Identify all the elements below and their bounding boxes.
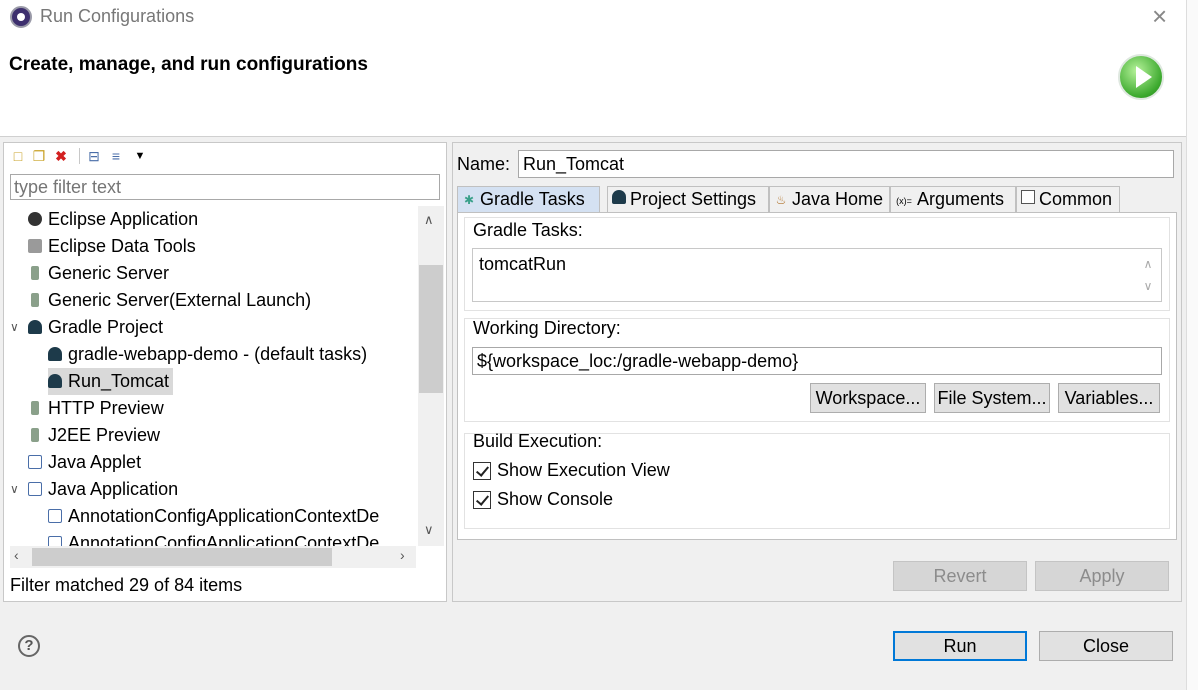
tab-arguments[interactable]: (x)= Arguments <box>890 186 1016 212</box>
tab-java-home[interactable]: ♨ Java Home <box>769 186 890 212</box>
duplicate-icon[interactable]: ❐ <box>31 148 47 164</box>
title-bar: Run Configurations × <box>0 0 1198 34</box>
gradle-icon <box>48 374 62 388</box>
delete-icon[interactable]: ✖ <box>53 148 69 164</box>
apply-button[interactable]: Apply <box>1035 561 1169 591</box>
scroll-up-icon[interactable]: ∧ <box>424 212 434 228</box>
tree-item-generic-server-external[interactable]: Generic Server(External Launch) <box>28 287 311 314</box>
database-icon <box>28 239 42 253</box>
scroll-left-icon[interactable]: ‹ <box>14 547 19 563</box>
gradle-tasks-icon: ✱ <box>463 193 475 207</box>
java-app-icon <box>28 482 42 496</box>
tree-vertical-scrollbar[interactable]: ∧ ∨ <box>418 206 444 546</box>
filter-status: Filter matched 29 of 84 items <box>10 575 243 595</box>
tree-item-run-tomcat[interactable]: Run_Tomcat <box>48 368 174 395</box>
configuration-editor-panel: Name: Run_Tomcat ✱ Gradle Tasks Project S… <box>452 142 1182 602</box>
name-field[interactable]: Run_Tomcat <box>518 150 1174 178</box>
scroll-thumb[interactable] <box>419 265 443 393</box>
eclipse-icon <box>10 6 32 28</box>
working-directory-label: Working Directory: <box>473 318 621 338</box>
show-console-checkbox[interactable] <box>473 491 491 509</box>
configuration-tree: Eclipse Application Eclipse Data Tools G… <box>10 206 416 546</box>
show-execution-view-checkbox[interactable] <box>473 462 491 480</box>
gradle-tasks-field[interactable]: tomcatRun ∧ ∨ <box>472 248 1162 302</box>
gradle-tasks-label: Gradle Tasks: <box>473 220 583 240</box>
tree-item-gradle-project[interactable]: ∨ Gradle Project <box>10 314 163 341</box>
common-icon <box>1021 190 1035 204</box>
java-class-icon <box>48 536 62 546</box>
gradle-icon <box>28 320 42 334</box>
header-title: Create, manage, and run configurations <box>9 54 368 75</box>
tree-horizontal-scrollbar[interactable]: ‹ › <box>10 546 416 568</box>
server-icon <box>31 293 39 307</box>
show-execution-view-label[interactable]: Show Execution View <box>497 460 670 481</box>
workspace-button[interactable]: Workspace... <box>810 383 926 413</box>
show-console-label[interactable]: Show Console <box>497 489 613 510</box>
applet-icon <box>28 455 42 469</box>
tab-gradle-tasks[interactable]: ✱ Gradle Tasks <box>457 186 600 212</box>
working-directory-field[interactable]: ${workspace_loc:/gradle-webapp-demo} <box>472 347 1162 375</box>
scroll-right-icon[interactable]: › <box>400 547 405 563</box>
gradle-icon <box>48 347 62 361</box>
tree-item-gradle-webapp-demo[interactable]: gradle-webapp-demo - (default tasks) <box>48 341 367 368</box>
java-home-icon: ♨ <box>775 193 787 207</box>
java-class-icon <box>48 509 62 523</box>
revert-button[interactable]: Revert <box>893 561 1027 591</box>
background-window-edge <box>1186 0 1198 690</box>
tree-item-java-application[interactable]: ∨ Java Application <box>10 476 178 503</box>
filter-input[interactable] <box>10 174 440 200</box>
tree-item-eclipse-data-tools[interactable]: Eclipse Data Tools <box>28 233 196 260</box>
tree-item-http-preview[interactable]: HTTP Preview <box>28 395 164 422</box>
tab-project-settings[interactable]: Project Settings <box>607 186 769 212</box>
collapse-all-icon[interactable]: ⊟ <box>86 148 102 164</box>
window-title: Run Configurations <box>40 6 195 26</box>
new-config-icon[interactable]: □ <box>10 148 26 164</box>
tree-item-eclipse-application[interactable]: Eclipse Application <box>28 206 198 233</box>
tree-item-annotation-config-2[interactable]: AnnotationConfigApplicationContextDe <box>48 530 379 546</box>
file-system-button[interactable]: File System... <box>934 383 1050 413</box>
gradle-tasks-tab-content: Gradle Tasks: tomcatRun ∧ ∨ Working Direc… <box>457 212 1177 540</box>
tab-bar: ✱ Gradle Tasks Project Settings ♨ Java Hom… <box>457 186 1177 212</box>
chevron-down-icon[interactable]: ∨ <box>10 314 19 341</box>
chevron-down-icon[interactable]: ∨ <box>10 476 19 503</box>
run-button[interactable]: Run <box>893 631 1027 661</box>
tab-common[interactable]: Common <box>1016 186 1120 212</box>
tree-item-annotation-config-1[interactable]: AnnotationConfigApplicationContextDe <box>48 503 379 530</box>
scroll-thumb[interactable] <box>32 548 332 566</box>
view-menu-icon[interactable]: ▼ <box>132 148 148 164</box>
close-button[interactable]: Close <box>1039 631 1173 661</box>
gradle-icon <box>612 190 626 204</box>
arguments-icon: (x)= <box>896 196 912 206</box>
help-icon[interactable]: ? <box>18 635 40 657</box>
tree-item-java-applet[interactable]: Java Applet <box>28 449 141 476</box>
toolbar-separator <box>79 148 80 164</box>
gradle-tasks-value: tomcatRun <box>479 254 567 274</box>
server-icon <box>31 428 39 442</box>
server-icon <box>31 266 39 280</box>
tasks-scrollbar[interactable]: ∧ ∨ <box>1139 253 1157 297</box>
name-label: Name: <box>457 154 511 174</box>
tree-item-j2ee-preview[interactable]: J2EE Preview <box>28 422 160 449</box>
tree-item-generic-server[interactable]: Generic Server <box>28 260 169 287</box>
configuration-list-panel: □ ❐ ✖ ⊟ ≡ ▼ Eclipse Application Eclipse … <box>3 142 447 602</box>
build-execution-label: Build Execution: <box>473 431 603 451</box>
dialog-header: Create, manage, and run configurations <box>0 34 1198 137</box>
filter-icon[interactable]: ≡ <box>108 148 124 164</box>
eclipse-icon <box>28 212 42 226</box>
run-icon <box>1118 54 1164 100</box>
scroll-down-icon[interactable]: ∨ <box>424 522 434 538</box>
server-icon <box>31 401 39 415</box>
variables-button[interactable]: Variables... <box>1058 383 1160 413</box>
close-window-icon[interactable]: × <box>1152 2 1167 30</box>
